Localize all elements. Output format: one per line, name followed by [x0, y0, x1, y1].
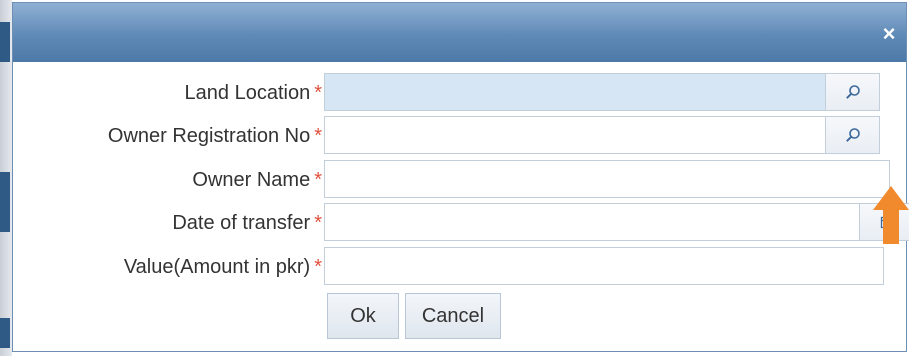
form-row-date-of-transfer: Date of transfer * — [13, 203, 909, 243]
form-row-land-location: Land Location * — [13, 73, 906, 113]
land-location-input[interactable] — [324, 73, 826, 111]
background-mark — [0, 318, 10, 348]
land-location-lookup-button[interactable] — [825, 73, 880, 111]
page: × Land Location * Owner Registration No * — [0, 0, 909, 356]
background-mark — [0, 172, 10, 232]
form-row-owner-name: Owner Name * — [13, 160, 906, 200]
search-icon — [845, 85, 860, 99]
required-marker: * — [314, 169, 322, 191]
required-marker: * — [314, 256, 322, 278]
dialog-titlebar: × — [13, 3, 906, 62]
required-marker: * — [314, 125, 322, 147]
form-row-value: Value(Amount in pkr) * — [13, 247, 906, 287]
ok-button[interactable]: Ok — [327, 293, 399, 339]
search-icon — [845, 128, 860, 142]
transfer-dialog: × Land Location * Owner Registration No * — [12, 2, 909, 352]
required-marker: * — [314, 82, 322, 104]
field-label-land-location: Land Location * — [184, 82, 322, 104]
field-label-owner-name: Owner Name * — [192, 169, 322, 191]
required-marker: * — [314, 212, 322, 234]
close-button[interactable]: × — [878, 23, 900, 45]
background-window-edge — [0, 0, 12, 356]
cancel-button[interactable]: Cancel — [405, 293, 501, 339]
field-label-value: Value(Amount in pkr) * — [123, 256, 322, 278]
field-label-date-of-transfer: Date of transfer * — [172, 212, 322, 234]
value-amount-input[interactable] — [324, 247, 884, 285]
up-arrow-annotation-icon — [873, 186, 909, 244]
form-row-owner-registration: Owner Registration No * — [13, 116, 906, 156]
owner-registration-input[interactable] — [324, 116, 826, 154]
owner-name-input[interactable] — [324, 160, 890, 198]
field-label-owner-registration: Owner Registration No * — [107, 125, 322, 147]
background-mark — [0, 22, 10, 62]
owner-registration-lookup-button[interactable] — [825, 116, 880, 154]
date-of-transfer-input[interactable] — [324, 203, 860, 241]
button-bar: Ok Cancel — [13, 293, 906, 339]
